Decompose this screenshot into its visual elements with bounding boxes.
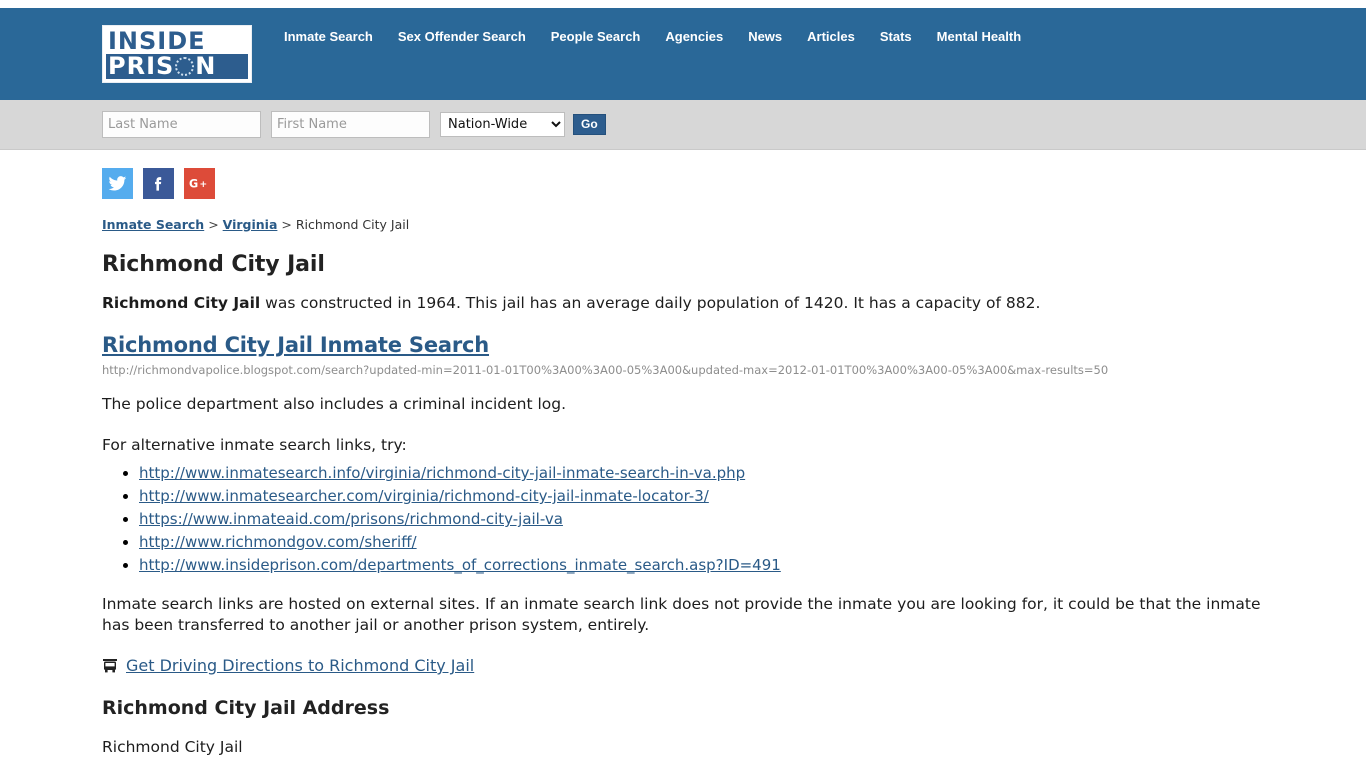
quick-search-bar: Nation-Wide Go [0,100,1366,150]
driving-directions-link[interactable]: Get Driving Directions to Richmond City … [126,656,474,675]
first-name-input[interactable] [271,111,430,138]
top-white-strip [0,0,1366,8]
logo-text-prison: PRIS N [106,54,248,79]
page-content: G + Inmate Search > Virginia > Richmond … [0,150,1366,758]
incident-log-text: The police department also includes a cr… [102,395,567,413]
logo-text-n: N [195,52,217,80]
nav-item-sex-offender-search[interactable]: Sex Offender Search [398,29,526,44]
address-heading: Richmond City Jail Address [102,697,390,719]
nav-item-news[interactable]: News [748,29,782,44]
logo-text-inside: INSIDE [108,27,206,55]
address-line-1: Richmond City Jail [102,738,243,756]
alternative-links-list: http://www.inmatesearch.info/virginia/ri… [102,462,1266,576]
inmate-search-heading: Richmond City Jail Inmate Search [102,333,1266,357]
main-navigation: Inmate Search Sex Offender Search People… [284,29,1046,44]
nav-item-stats[interactable]: Stats [880,29,912,44]
list-item: http://www.insideprison.com/departments_… [139,554,1266,576]
facility-intro-rest: was constructed in 1964. This jail has a… [260,294,1041,312]
site-logo[interactable]: INSIDE PRIS N [102,25,252,83]
facebook-icon[interactable] [143,168,174,199]
breadcrumb-link-virginia[interactable]: Virginia [223,217,278,232]
alternative-link-4[interactable]: http://www.richmondgov.com/sheriff/ [139,533,417,551]
driving-directions-row: Get Driving Directions to Richmond City … [102,656,1266,675]
alternative-link-5[interactable]: http://www.insideprison.com/departments_… [139,556,781,574]
alternative-link-1[interactable]: http://www.inmatesearch.info/virginia/ri… [139,464,745,482]
nav-item-people-search[interactable]: People Search [551,29,641,44]
nav-item-inmate-search[interactable]: Inmate Search [284,29,373,44]
nav-item-articles[interactable]: Articles [807,29,855,44]
site-header: INSIDE PRIS N Inmate Search Sex Offender… [0,8,1366,100]
alternative-links-intro: For alternative inmate search links, try… [102,436,407,454]
barbed-wire-circle-icon [175,57,195,76]
inmate-search-link[interactable]: Richmond City Jail Inmate Search [102,333,489,357]
breadcrumb-separator-1: > [204,217,223,232]
twitter-icon[interactable] [102,168,133,199]
go-button[interactable]: Go [573,114,606,135]
googleplus-icon[interactable]: G + [184,168,215,199]
svg-text:+: + [200,180,208,190]
social-share-row: G + [102,168,1266,199]
list-item: http://www.inmatesearcher.com/virginia/r… [139,485,1266,507]
inmate-search-raw-url: http://richmondvapolice.blogspot.com/sea… [102,363,1109,377]
bus-icon [102,658,118,674]
list-item: http://www.inmatesearch.info/virginia/ri… [139,462,1266,484]
breadcrumb-separator-2: > [277,217,296,232]
facility-name-bold: Richmond City Jail [102,294,261,312]
breadcrumb-link-inmate-search[interactable]: Inmate Search [102,217,204,232]
alternative-link-3[interactable]: https://www.inmateaid.com/prisons/richmo… [139,510,563,528]
nav-item-mental-health[interactable]: Mental Health [937,29,1022,44]
last-name-input[interactable] [102,111,261,138]
breadcrumb-current: Richmond City Jail [295,217,410,232]
nav-item-agencies[interactable]: Agencies [665,29,723,44]
svg-text:G: G [189,178,198,191]
logo-text-pris: PRIS [108,52,175,80]
external-links-disclaimer: Inmate search links are hosted on extern… [102,595,1261,634]
alternative-link-2[interactable]: http://www.inmatesearcher.com/virginia/r… [139,487,709,505]
facility-intro-text: Richmond City Jail was constructed in 19… [102,293,1266,313]
page-title: Richmond City Jail [102,252,325,277]
list-item: https://www.inmateaid.com/prisons/richmo… [139,508,1266,530]
breadcrumb: Inmate Search > Virginia > Richmond City… [102,217,1266,232]
search-scope-select[interactable]: Nation-Wide [440,112,565,137]
list-item: http://www.richmondgov.com/sheriff/ [139,531,1266,553]
